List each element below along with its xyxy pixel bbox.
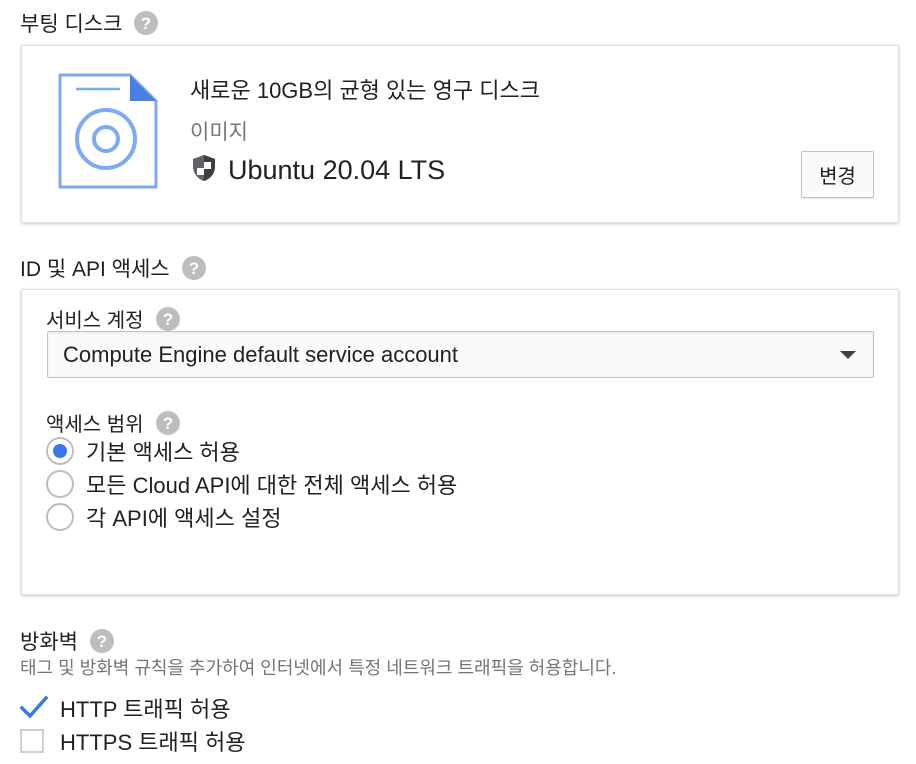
radio-button[interactable] <box>46 503 74 531</box>
image-label: 이미지 <box>190 121 248 144</box>
firewall-heading: 방화벽 ? <box>20 626 114 656</box>
caret-down-icon <box>840 351 856 359</box>
boot-disk-heading: 부팅 디스크 ? <box>20 8 159 38</box>
identity-api-card: 서비스 계정 ? Compute Engine default service … <box>21 289 899 595</box>
allow-http-option[interactable]: HTTP 트래픽 허용 <box>20 692 230 724</box>
scope-option-per-api[interactable]: 각 API에 액세스 설정 <box>46 501 281 533</box>
svg-text:?: ? <box>141 14 151 33</box>
os-name: Ubuntu 20.04 LTS <box>228 155 446 185</box>
service-account-label: 서비스 계정 <box>46 310 144 332</box>
disk-description: 새로운 10GB의 균형 있는 영구 디스크 <box>190 78 540 103</box>
service-account-value: Compute Engine default service account <box>63 341 459 367</box>
change-button[interactable]: 변경 <box>801 151 874 198</box>
boot-disk-card: 새로운 10GB의 균형 있는 영구 디스크 이미지 Ubuntu 20.04 … <box>21 45 899 223</box>
service-account-select[interactable]: Compute Engine default service account <box>47 331 874 378</box>
svg-text:?: ? <box>162 310 172 329</box>
scope-option-default[interactable]: 기본 액세스 허용 <box>46 435 240 467</box>
svg-text:?: ? <box>97 632 107 651</box>
identity-api-title: ID 및 API 액세스 <box>20 258 170 281</box>
scope-option-label: 기본 액세스 허용 <box>86 440 240 465</box>
identity-api-heading: ID 및 API 액세스 ? <box>20 253 206 283</box>
radio-button[interactable] <box>46 470 74 498</box>
scope-option-full-access[interactable]: 모든 Cloud API에 대한 전체 액세스 허용 <box>46 468 457 500</box>
allow-https-label: HTTPS 트래픽 허용 <box>60 730 246 755</box>
checkbox-checked[interactable] <box>20 696 48 720</box>
help-icon[interactable]: ? <box>155 306 180 331</box>
os-image-row: Ubuntu 20.04 LTS <box>192 154 445 187</box>
scope-option-label: 각 API에 액세스 설정 <box>86 506 282 531</box>
service-account-heading: 서비스 계정 ? <box>46 304 180 333</box>
firewall-title: 방화벽 <box>20 631 78 654</box>
firewall-description: 태그 및 방화벽 규칙을 추가하여 인터넷에서 특정 네트워크 트래픽을 허용합… <box>20 658 617 678</box>
scope-option-label: 모든 Cloud API에 대한 전체 액세스 허용 <box>86 473 458 498</box>
svg-text:?: ? <box>188 259 198 278</box>
access-scope-heading: 액세스 범위 ? <box>46 408 180 437</box>
help-icon[interactable]: ? <box>89 629 114 653</box>
checkbox[interactable] <box>20 729 44 753</box>
radio-button-selected[interactable] <box>46 437 74 465</box>
help-icon[interactable]: ? <box>155 410 180 435</box>
help-icon[interactable]: ? <box>181 256 206 280</box>
checkmark-icon <box>20 696 48 719</box>
svg-text:?: ? <box>162 414 172 433</box>
access-scope-label: 액세스 범위 <box>46 414 144 436</box>
allow-http-label: HTTP 트래픽 허용 <box>60 697 231 722</box>
help-icon[interactable]: ? <box>134 11 159 35</box>
shield-icon <box>192 154 216 187</box>
disk-file-icon <box>58 73 158 194</box>
boot-disk-title: 부팅 디스크 <box>20 13 123 36</box>
allow-https-option[interactable]: HTTPS 트래픽 허용 <box>20 725 246 757</box>
